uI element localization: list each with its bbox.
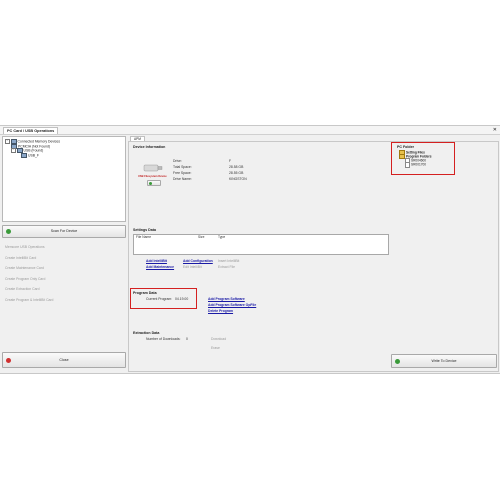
write-button-label: Write To Device [431, 359, 457, 363]
tree-item-pcmcia[interactable]: PCMCIA (Not Found) [11, 143, 50, 149]
total-space-value: 28.58 GB [229, 165, 244, 169]
write-icon [395, 358, 400, 364]
title-bar: PC Card / USB Operations ✕ [0, 126, 500, 135]
download-link[interactable]: Download [211, 337, 226, 341]
tree-item-connected-devices[interactable]: − Connected Memory Devices [5, 139, 60, 144]
column-header-file-name: File Name [136, 235, 152, 239]
operation-item[interactable]: Create Maintenance Card [5, 263, 123, 274]
current-program-value: 04.19.00 [175, 297, 189, 301]
pc-folder-title: PC Folder [397, 145, 414, 149]
pc-tree-label: SR001700 [411, 162, 427, 167]
tree-item-usb-f[interactable]: USB_F [21, 152, 39, 158]
tree-item-label: USB_F [28, 152, 39, 157]
collapse-toggle-icon[interactable]: − [5, 139, 10, 144]
downloads-value: 0 [186, 337, 188, 341]
settings-data-title: Settings Data [133, 228, 156, 232]
add-configuration-link[interactable]: Add Configuration [183, 259, 213, 263]
insert-intellibit-link[interactable]: Insert IntelliBit [218, 259, 239, 263]
device-info-title: Device Information [133, 145, 166, 149]
apm-panel: Device Information USB Filesystem Device… [128, 141, 499, 372]
extract-file-link[interactable]: Extract File [218, 265, 235, 269]
drive-value: F [229, 159, 232, 163]
column-header-type: Type [218, 235, 226, 239]
column-header-size: Size [198, 235, 205, 239]
collapse-toggle-icon[interactable]: − [11, 148, 16, 153]
current-program-label: Current Program: [146, 297, 173, 301]
drive-label: Drive: [173, 159, 182, 163]
program-data-title: Program Data [133, 291, 157, 295]
file-icon [405, 162, 410, 168]
free-space-value: 28.55 GB [229, 171, 244, 175]
left-pane: − Connected Memory Devices PCMCIA (Not Fo… [2, 136, 126, 370]
scan-for-device-button[interactable]: Scan For Device [2, 225, 126, 238]
total-space-label: Total Space: [173, 165, 192, 169]
window-close-icon[interactable]: ✕ [493, 126, 497, 134]
add-program-software-opfile-link[interactable]: Add Program Software OpFile [208, 303, 256, 307]
drive-name-value: KINGSTON [229, 177, 247, 181]
device-refresh-icon[interactable] [147, 180, 161, 186]
add-maintenance-link[interactable]: Add Maintenance [146, 265, 174, 269]
scan-button-label: Scan For Device [50, 229, 78, 233]
operation-item[interactable]: Create Program Only Card [5, 274, 123, 285]
add-intellibit-link[interactable]: Add IntelliBit [146, 259, 167, 263]
downloads-label: Number of Downloads: [146, 337, 181, 341]
tree-item-usb[interactable]: − USB (Found) [11, 148, 43, 153]
edit-intellibit-link[interactable]: Edit IntelliBit [183, 265, 202, 269]
usb-drive-icon [21, 152, 27, 158]
operation-item[interactable]: Create Extraction Card [5, 284, 123, 295]
delete-program-link[interactable]: Delete Program [208, 309, 233, 313]
right-pane: APM Device Information USB Filesystem De… [128, 136, 499, 372]
window-title: PC Card / USB Operations [3, 127, 59, 134]
extraction-data-title: Extraction Data [133, 331, 160, 335]
usb-image-label: USB Filesystem Device [138, 175, 167, 178]
usb-operations-window: PC Card / USB Operations ✕ − Connected Me… [0, 125, 500, 374]
operation-item[interactable]: Create IntelliBit Card [5, 253, 123, 264]
scan-icon [6, 229, 11, 234]
close-icon [6, 357, 11, 363]
drive-name-label: Drive Name: [173, 177, 192, 181]
operation-item[interactable]: Create Program & IntelliBit Card [5, 295, 123, 306]
device-tree[interactable]: − Connected Memory Devices PCMCIA (Not Fo… [2, 136, 126, 222]
write-to-device-button[interactable]: Write To Device [391, 354, 497, 368]
erase-link[interactable]: Erase [211, 346, 220, 350]
close-button-label: Close [59, 358, 69, 362]
operation-item: Memcore USB Operations [5, 245, 45, 249]
free-space-label: Free Space: [173, 171, 192, 175]
close-button[interactable]: Close [2, 352, 126, 368]
operations-list: Memcore USB Operations Create IntelliBit… [5, 242, 123, 305]
pc-tree-item-sr001700[interactable]: SR001700 [405, 162, 427, 168]
add-program-software-link[interactable]: Add Program Software [208, 297, 245, 301]
settings-table[interactable]: File Name Size Type [133, 234, 389, 255]
